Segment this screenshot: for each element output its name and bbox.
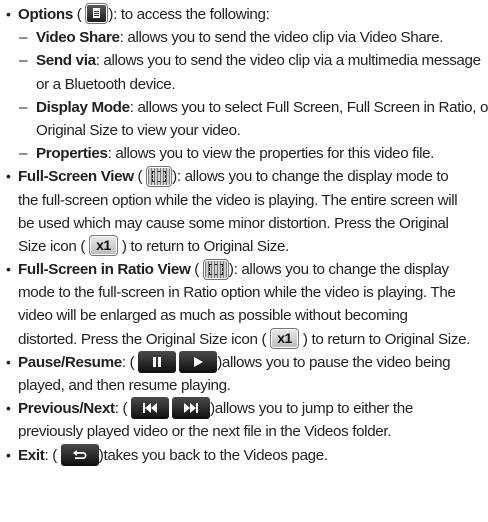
options-title: Options [18, 6, 73, 23]
bullet-previous-next: • Previous/Next: ( )allows you to jump t… [4, 397, 488, 420]
back-arrow-icon [60, 443, 99, 466]
sub-send-via: – Send via: allows you to send the video… [19, 52, 481, 70]
options-menu-icon [85, 3, 109, 25]
previous-track-icon [131, 397, 170, 420]
bullet-full-screen-view: • Full-Screen View ( ): allows you to ch… [4, 165, 488, 188]
sub-properties: – Properties: allows you to view the pro… [19, 145, 435, 163]
pause-icon [138, 350, 177, 373]
bullet-options: • Options ( ): to access the following: [4, 3, 488, 26]
bullet-mark: • [6, 6, 11, 22]
manual-page: • Options ( ): to access the following: … [0, 0, 488, 522]
original-size-icon: x1 [88, 235, 118, 257]
original-size-icon: x1 [270, 328, 300, 350]
next-track-icon [172, 397, 211, 420]
bullet-full-screen-ratio-view: • Full-Screen in Ratio View ( ): allows … [4, 258, 488, 281]
bullet-exit: • Exit: ( )takes you back to the Videos … [4, 443, 488, 467]
bullet-pause-resume: • Pause/Resume: ( )allows you to pause t… [4, 350, 488, 374]
full-screen-ratio-icon [202, 258, 229, 280]
options-text: ): to access the following: [108, 6, 270, 23]
sub-display-mode: – Display Mode: allows you to select Ful… [19, 98, 488, 116]
play-icon [179, 350, 218, 373]
full-screen-icon [146, 165, 173, 187]
sub-video-share: – Video Share: allows you to send the vi… [19, 29, 444, 47]
